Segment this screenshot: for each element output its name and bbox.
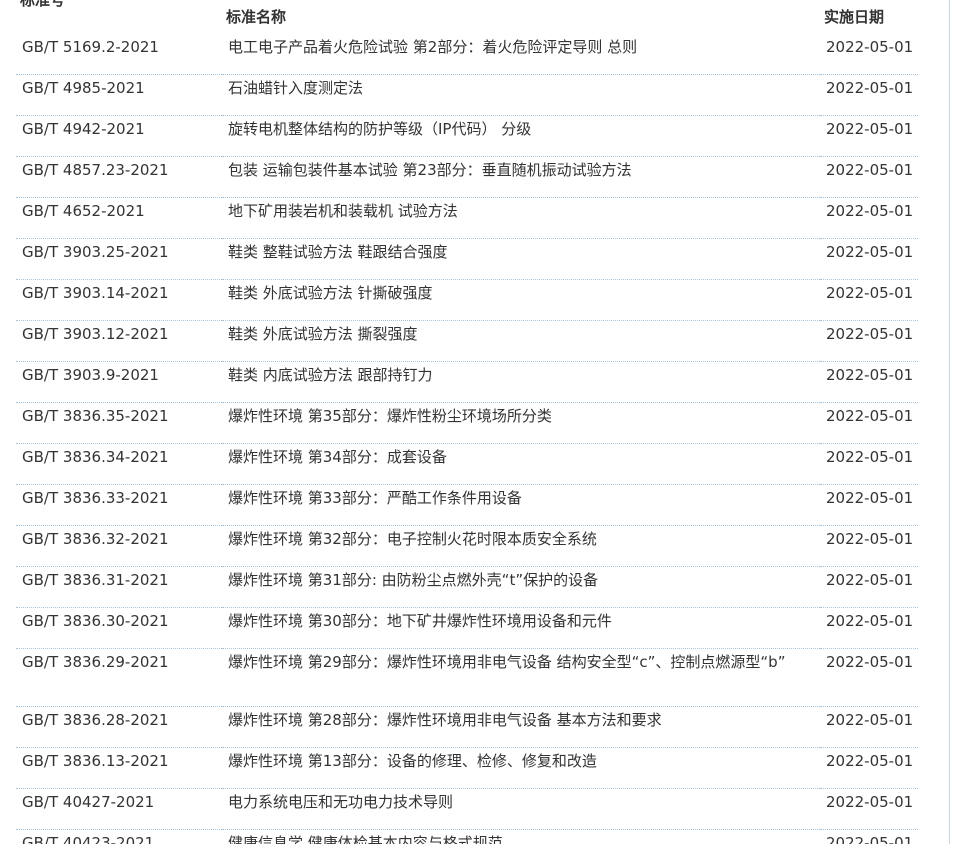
table-row: GB/T 5169.2-2021 电工电子产品着火危险试验 第2部分：着火危险评… — [16, 34, 918, 75]
table-row: GB/T 3836.30-2021 爆炸性环境 第30部分：地下矿井爆炸性环境用… — [16, 607, 918, 649]
row-date: 2022-05-01 — [820, 525, 918, 567]
row-name-link[interactable]: 爆炸性环境 第33部分：严酷工作条件用设备 — [228, 489, 522, 507]
row-name-link[interactable]: 电工电子产品着火危险试验 第2部分：着火危险评定导则 总则 — [228, 38, 637, 56]
row-date: 2022-05-01 — [820, 607, 918, 649]
table-row: GB/T 40427-2021 电力系统电压和无功电力技术导则 2022-05-… — [16, 788, 918, 830]
row-date: 2022-05-01 — [820, 788, 918, 830]
row-name-link[interactable]: 爆炸性环境 第32部分：电子控制火花时限本质安全系统 — [228, 530, 597, 548]
row-code: GB/T 3903.12-2021 — [16, 320, 222, 362]
row-date: 2022-05-01 — [820, 443, 918, 485]
row-date: 2022-05-01 — [820, 115, 918, 157]
table-row: GB/T 3903.25-2021 鞋类 整鞋试验方法 鞋跟结合强度 2022-… — [16, 238, 918, 280]
row-date: 2022-05-01 — [820, 566, 918, 608]
row-code: GB/T 3836.13-2021 — [16, 747, 222, 789]
row-name-link[interactable]: 爆炸性环境 第29部分：爆炸性环境用非电气设备 结构安全型“c”、控制点燃源型“… — [228, 653, 785, 671]
table-row: GB/T 3836.32-2021 爆炸性环境 第32部分：电子控制火花时限本质… — [16, 525, 918, 567]
table-row: GB/T 3836.13-2021 爆炸性环境 第13部分：设备的修理、检修、修… — [16, 747, 918, 789]
row-name-link[interactable]: 爆炸性环境 第30部分：地下矿井爆炸性环境用设备和元件 — [228, 612, 612, 630]
row-code: GB/T 3836.32-2021 — [16, 525, 222, 567]
row-code: GB/T 4857.23-2021 — [16, 156, 222, 198]
row-name-link[interactable]: 爆炸性环境 第34部分：成套设备 — [228, 448, 447, 466]
row-name-link[interactable]: 旋转电机整体结构的防护等级（IP代码） 分级 — [228, 120, 531, 138]
row-code: GB/T 3836.30-2021 — [16, 607, 222, 649]
row-code: GB/T 3903.9-2021 — [16, 361, 222, 403]
row-date: 2022-05-01 — [820, 829, 918, 844]
row-name-link[interactable]: 爆炸性环境 第28部分：爆炸性环境用非电气设备 基本方法和要求 — [228, 711, 662, 729]
row-date: 2022-05-01 — [820, 361, 918, 403]
table-row: GB/T 3836.33-2021 爆炸性环境 第33部分：严酷工作条件用设备 … — [16, 484, 918, 526]
table-body: GB/T 5169.2-2021 电工电子产品着火危险试验 第2部分：着火危险评… — [16, 34, 918, 844]
row-date: 2022-05-01 — [820, 648, 918, 707]
row-date: 2022-05-01 — [820, 320, 918, 362]
row-code: GB/T 4942-2021 — [16, 115, 222, 157]
table-row: GB/T 4942-2021 旋转电机整体结构的防护等级（IP代码） 分级 20… — [16, 115, 918, 157]
row-date: 2022-05-01 — [820, 706, 918, 748]
panel-right-border — [949, 0, 950, 844]
table-row: GB/T 4985-2021 石油蜡针入度测定法 2022-05-01 — [16, 74, 918, 116]
header-code: 标准号 — [20, 0, 66, 9]
row-code: GB/T 3836.29-2021 — [16, 648, 222, 707]
row-name-link[interactable]: 包装 运输包装件基本试验 第23部分：垂直随机振动试验方法 — [228, 161, 632, 179]
row-code: GB/T 3903.14-2021 — [16, 279, 222, 321]
row-name-link[interactable]: 鞋类 整鞋试验方法 鞋跟结合强度 — [228, 243, 448, 261]
standards-page: 标准号 标准名称 实施日期 GB/T 5169.2-2021 电工电子产品着火危… — [0, 0, 954, 844]
row-name-link[interactable]: 石油蜡针入度测定法 — [228, 79, 363, 97]
table-row: GB/T 3903.9-2021 鞋类 内底试验方法 跟部持钉力 2022-05… — [16, 361, 918, 403]
table-row: GB/T 3903.12-2021 鞋类 外底试验方法 撕裂强度 2022-05… — [16, 320, 918, 362]
row-code: GB/T 3836.31-2021 — [16, 566, 222, 608]
row-date: 2022-05-01 — [820, 402, 918, 444]
row-code: GB/T 3836.34-2021 — [16, 443, 222, 485]
row-date: 2022-05-01 — [820, 238, 918, 280]
row-name-link[interactable]: 爆炸性环境 第31部分: 由防粉尘点燃外壳“t”保护的设备 — [228, 571, 598, 589]
table-row: GB/T 3836.34-2021 爆炸性环境 第34部分：成套设备 2022-… — [16, 443, 918, 485]
row-code: GB/T 3836.33-2021 — [16, 484, 222, 526]
table-row: GB/T 4857.23-2021 包装 运输包装件基本试验 第23部分：垂直随… — [16, 156, 918, 198]
row-code: GB/T 4985-2021 — [16, 74, 222, 116]
header-date: 实施日期 — [824, 8, 885, 26]
table-row: GB/T 3836.28-2021 爆炸性环境 第28部分：爆炸性环境用非电气设… — [16, 706, 918, 748]
row-name-link[interactable]: 爆炸性环境 第13部分：设备的修理、检修、修复和改造 — [228, 752, 597, 770]
row-name-link[interactable]: 鞋类 外底试验方法 针撕破强度 — [228, 284, 433, 302]
table-header: 标准号 标准名称 实施日期 — [16, 0, 918, 34]
row-code: GB/T 3836.28-2021 — [16, 706, 222, 748]
row-code: GB/T 5169.2-2021 — [16, 34, 222, 75]
row-date: 2022-05-01 — [820, 484, 918, 526]
table-row: GB/T 40423-2021 健康信息学 健康体检基本内容与格式规范 2022… — [16, 829, 918, 844]
row-date: 2022-05-01 — [820, 74, 918, 116]
table-row: GB/T 3836.29-2021 爆炸性环境 第29部分：爆炸性环境用非电气设… — [16, 648, 918, 707]
row-name-link[interactable]: 鞋类 内底试验方法 跟部持钉力 — [228, 366, 433, 384]
row-code: GB/T 40427-2021 — [16, 788, 222, 830]
row-code: GB/T 3836.35-2021 — [16, 402, 222, 444]
table-row: GB/T 3836.31-2021 爆炸性环境 第31部分: 由防粉尘点燃外壳“… — [16, 566, 918, 608]
header-name: 标准名称 — [226, 8, 287, 26]
row-date: 2022-05-01 — [820, 747, 918, 789]
row-name-link[interactable]: 爆炸性环境 第35部分：爆炸性粉尘环境场所分类 — [228, 407, 552, 425]
row-name-link[interactable]: 电力系统电压和无功电力技术导则 — [228, 793, 453, 811]
row-code: GB/T 4652-2021 — [16, 197, 222, 239]
row-date: 2022-05-01 — [820, 197, 918, 239]
table-row: GB/T 3836.35-2021 爆炸性环境 第35部分：爆炸性粉尘环境场所分… — [16, 402, 918, 444]
header-row: 标准号 标准名称 实施日期 — [16, 0, 918, 34]
row-date: 2022-05-01 — [820, 156, 918, 198]
standards-table: 标准号 标准名称 实施日期 GB/T 5169.2-2021 电工电子产品着火危… — [16, 0, 918, 844]
row-code: GB/T 40423-2021 — [16, 829, 222, 844]
row-date: 2022-05-01 — [820, 279, 918, 321]
table-row: GB/T 4652-2021 地下矿用装岩机和装载机 试验方法 2022-05-… — [16, 197, 918, 239]
row-name-link[interactable]: 鞋类 外底试验方法 撕裂强度 — [228, 325, 418, 343]
row-name-link[interactable]: 地下矿用装岩机和装载机 试验方法 — [228, 202, 458, 220]
row-name-link[interactable]: 健康信息学 健康体检基本内容与格式规范 — [228, 834, 503, 844]
row-date: 2022-05-01 — [820, 34, 918, 75]
row-code: GB/T 3903.25-2021 — [16, 238, 222, 280]
table-row: GB/T 3903.14-2021 鞋类 外底试验方法 针撕破强度 2022-0… — [16, 279, 918, 321]
